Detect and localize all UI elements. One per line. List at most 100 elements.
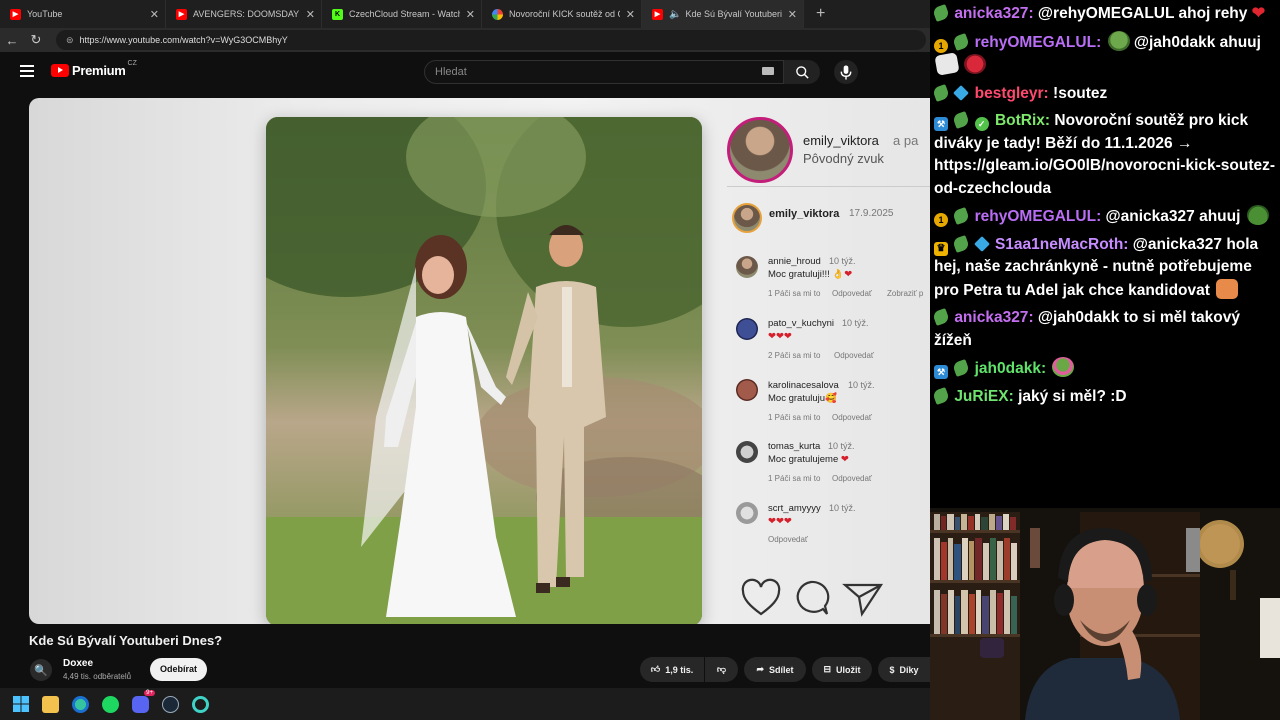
webcam-feed <box>930 508 1280 720</box>
dislike-button[interactable]: 👎︎ <box>705 657 738 682</box>
paper-emote-icon <box>934 52 960 76</box>
close-icon[interactable]: ✕ <box>306 8 315 21</box>
leaf-badge-icon <box>952 207 971 225</box>
file-explorer-icon[interactable] <box>42 695 59 713</box>
search-input[interactable]: Hledat <box>424 60 784 84</box>
show-replies-link: Zobraziť p <box>887 289 924 298</box>
edge-icon[interactable] <box>72 695 89 713</box>
tab-active-video[interactable]: ▶ 🔈 Kde Sú Bývalí Youtuberi Dnes? ✕ <box>642 0 804 28</box>
site-info-icon[interactable]: ⊜ <box>66 35 74 46</box>
thanks-button[interactable]: $ Díky <box>878 657 930 682</box>
channel-name[interactable]: Doxee <box>63 658 93 669</box>
reload-icon[interactable]: ↻ <box>24 32 48 48</box>
magnifier-logo-icon: 🔍 <box>34 664 48 677</box>
leaf-badge-icon <box>952 234 971 253</box>
close-icon[interactable]: ✕ <box>150 8 159 21</box>
chat-text: jaký si měl? :D <box>1018 387 1127 405</box>
chat-username[interactable]: BotRix <box>995 112 1045 129</box>
video-title: Kde Sú Bývalí Youtuberi Dnes? <box>29 633 223 648</box>
subscriber-count: 4,49 tis. odběratelů <box>63 672 132 681</box>
chat-username[interactable]: rehyOMEGALUL <box>975 34 1096 51</box>
ig-audio-label: Pôvodný zvuk <box>803 151 884 166</box>
speaker-icon[interactable]: 🔈 <box>669 9 681 20</box>
like-heart-icon <box>741 578 781 616</box>
back-arrow-icon[interactable]: ← <box>0 33 24 48</box>
save-button[interactable]: ⊟ Uložit <box>812 657 872 682</box>
new-tab-button[interactable]: + <box>804 5 837 23</box>
chat-message: JuRiEX: jaký si měl? :D <box>932 386 1276 409</box>
chat-username[interactable]: anicka327 <box>954 5 1028 22</box>
youtube-play-icon <box>51 64 69 77</box>
search-button[interactable] <box>784 60 820 84</box>
share-button[interactable]: ➦ Sdílet <box>744 657 806 682</box>
profile-avatar <box>727 117 793 183</box>
heart-emote-icon: ❤ <box>1251 5 1266 22</box>
tab-label: AVENGERS: DOOMSDAY mě začíná <box>193 9 300 19</box>
ig-post-username: emily_viktora <box>769 208 840 220</box>
voice-search-button[interactable] <box>834 60 858 84</box>
save-label: Uložit <box>836 664 861 675</box>
subscribe-button[interactable]: Odebírat <box>150 658 207 681</box>
leaf-badge-icon <box>932 386 950 405</box>
like-button[interactable]: 👍︎ 1,9 tis. <box>640 657 704 682</box>
post-avatar <box>732 203 762 233</box>
leaf-badge-icon <box>952 359 971 377</box>
video-player[interactable]: emily_viktora a pa Pôvodný zvuk emily_vi… <box>29 98 930 624</box>
thumbs-down-icon: 👎︎ <box>716 664 727 674</box>
like-count: 1,9 tis. <box>665 664 694 675</box>
tab-novorocni[interactable]: Novoroční KICK soutěž od CzechC ✕ <box>482 0 642 28</box>
steam-icon[interactable] <box>162 695 179 713</box>
chat-username[interactable]: anicka327 <box>954 309 1028 326</box>
strawberry-emote-icon <box>964 54 987 74</box>
youtube-favicon-icon: ▶ <box>10 8 21 20</box>
close-icon[interactable]: ✕ <box>466 8 475 21</box>
chat-text: !soutez <box>1053 84 1108 102</box>
tab-label: Novoroční KICK soutěž od CzechC <box>509 9 620 19</box>
close-icon[interactable]: ✕ <box>626 8 635 21</box>
reply-link: Odpovedať <box>832 413 872 422</box>
windows-taskbar: 9+ <box>0 688 930 720</box>
discord-icon[interactable]: 9+ <box>132 689 155 713</box>
comment-likes: 1 Páči sa mi to <box>768 289 821 298</box>
chat-message: ♛ S1aa1neMacRoth: @anicka327 hola hej, n… <box>934 234 1259 299</box>
tab-czechcloud[interactable]: K CzechCloud Stream - Watch Live o ✕ <box>322 0 482 28</box>
youtube-premium-logo[interactable]: Premium CZ <box>51 60 137 78</box>
keyboard-icon[interactable] <box>762 67 774 75</box>
spotify-icon[interactable] <box>102 695 119 713</box>
thanks-dollar-icon: $ <box>889 664 895 675</box>
kick-favicon-icon: K <box>332 8 343 20</box>
chat-text: @anicka327 ahuuj <box>1105 208 1241 225</box>
comment-username: tomas_kurta <box>768 441 821 452</box>
tab-youtube[interactable]: ▶ YouTube ✕ <box>0 0 166 28</box>
leaf-badge-icon <box>932 308 950 326</box>
menu-icon[interactable] <box>20 65 34 77</box>
comment-text: Moc gratuluju🥰 <box>768 393 837 404</box>
bookmark-icon: ⊟ <box>823 664 832 674</box>
app-icon[interactable] <box>192 695 209 713</box>
chat-message: ⚒ ✓ BotRix: Novoroční soutěž pro kick di… <box>934 111 1276 197</box>
chat-username[interactable]: bestgleyr <box>975 85 1044 102</box>
windows-icon[interactable] <box>12 696 29 713</box>
chat-username[interactable]: jah0dakk <box>975 360 1041 377</box>
ig-header-username: emily_viktora <box>803 133 879 148</box>
chat-username[interactable]: S1aa1neMacRoth <box>995 236 1123 253</box>
address-bar: ← ↻ ⊜ https://www.youtube.com/watch?v=Wy… <box>0 28 930 52</box>
comment-time: 10 týž. <box>829 256 856 266</box>
comment-avatar <box>736 256 758 278</box>
comment-text: ❤❤❤ <box>768 516 792 527</box>
ig-post-date: 17.9.2025 <box>849 208 894 219</box>
leaf-badge-icon <box>952 111 971 129</box>
comment-likes: 1 Páči sa mi to <box>768 413 821 422</box>
chat-username[interactable]: rehyOMEGALUL <box>975 208 1096 225</box>
chat-message: 1 rehyOMEGALUL: @jah0dakk ahuuj <box>934 30 1276 78</box>
share-icon: ➦ <box>756 664 765 674</box>
chat-username[interactable]: JuRiEX <box>954 388 1008 405</box>
channel-avatar[interactable]: 🔍 <box>30 659 52 681</box>
search-icon <box>795 65 809 79</box>
coin-badge-icon: 1 <box>934 38 948 53</box>
url-field[interactable]: ⊜ https://www.youtube.com/watch?v=WyG3OC… <box>56 30 926 50</box>
close-icon[interactable]: ✕ <box>788 8 797 21</box>
tab-label: CzechCloud Stream - Watch Live o <box>349 9 460 19</box>
tab-avengers[interactable]: ▶ AVENGERS: DOOMSDAY mě začíná ✕ <box>166 0 322 28</box>
comment-avatar <box>736 318 758 340</box>
